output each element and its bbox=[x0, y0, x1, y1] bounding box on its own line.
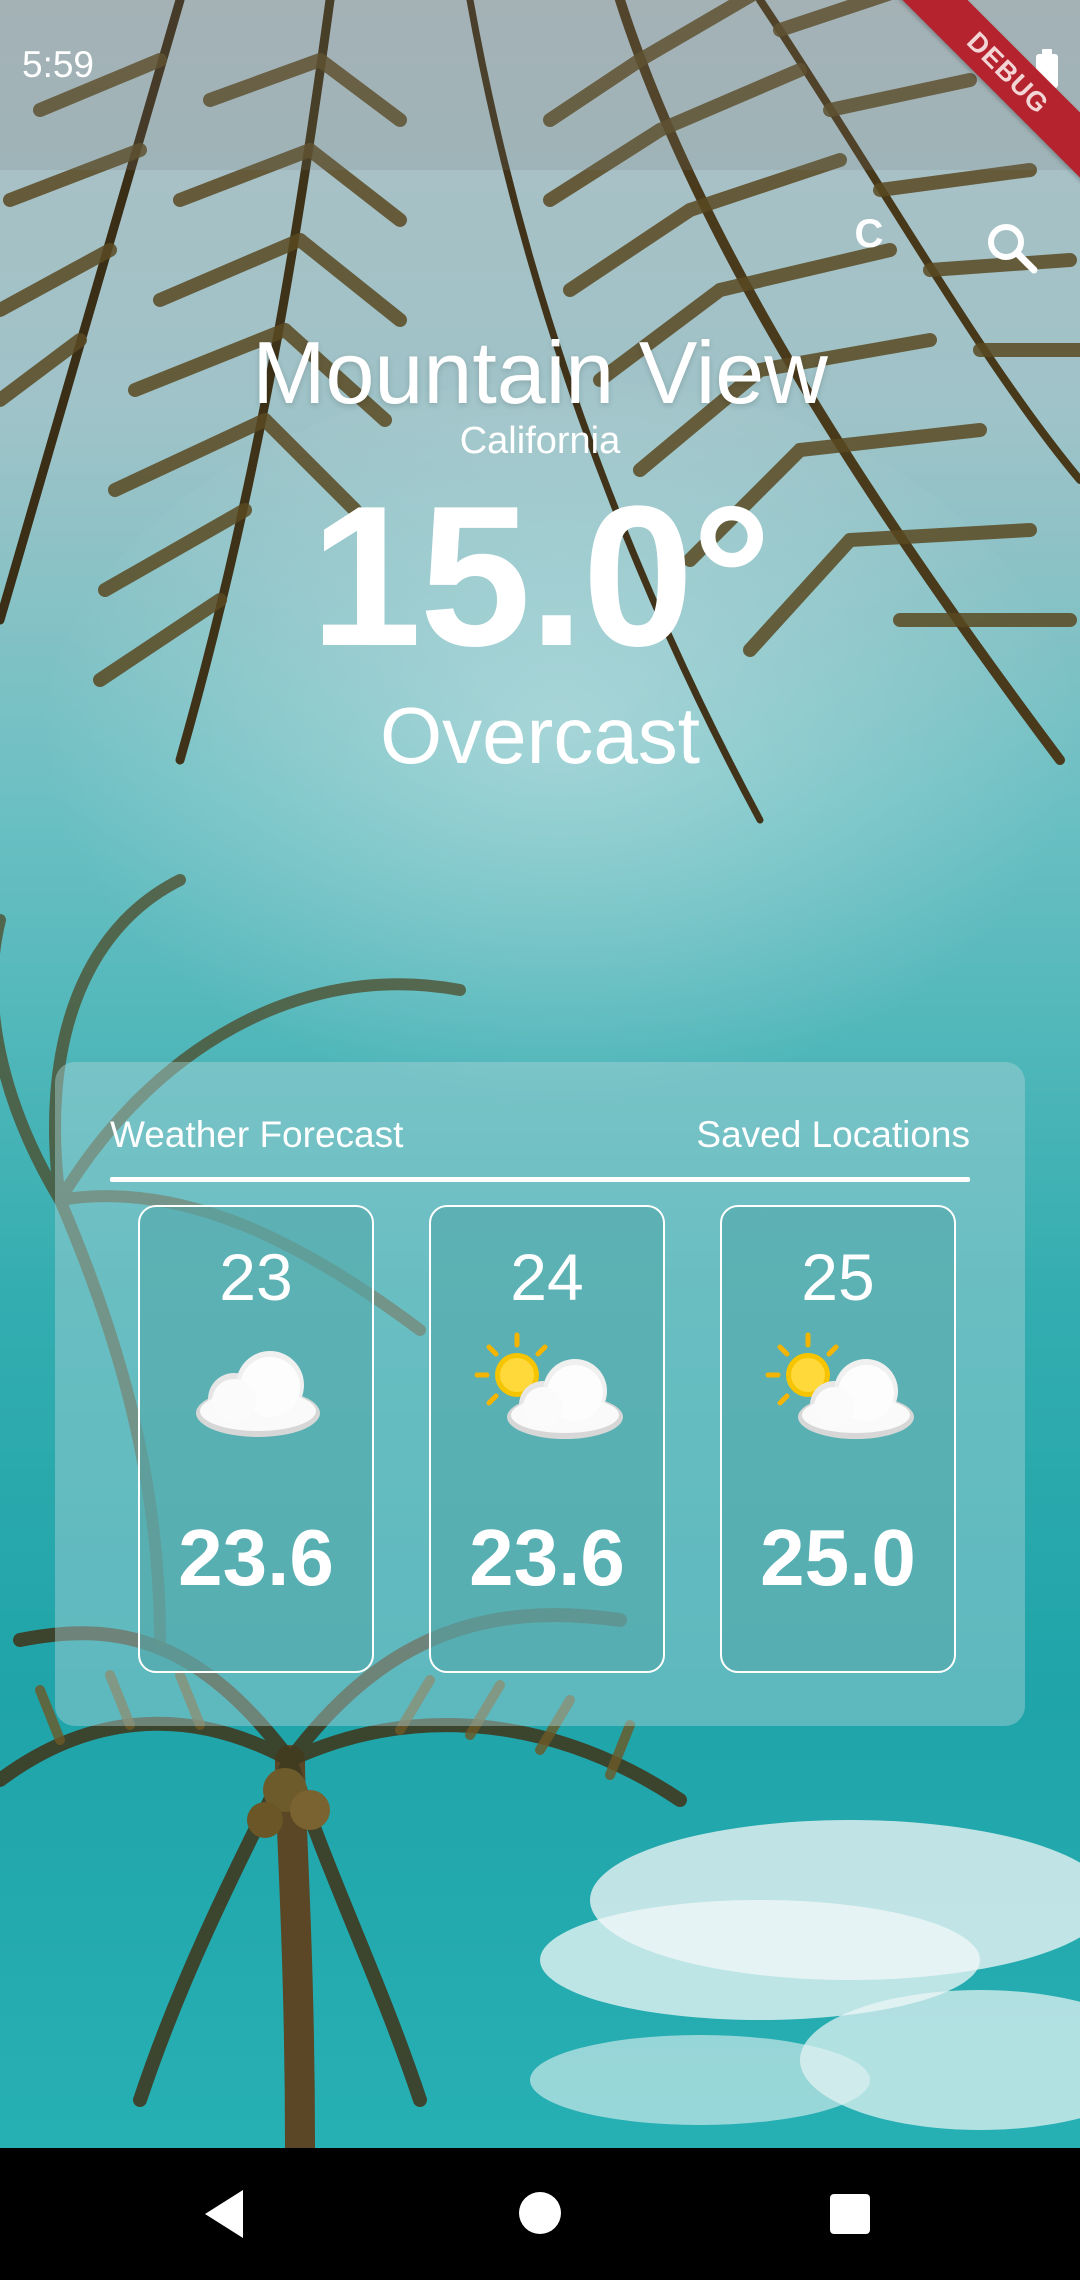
status-bar: 5:59 bbox=[0, 0, 1080, 140]
forecast-temperature: 25.0 bbox=[760, 1513, 916, 1602]
forecast-cards: 23 23.6 24 23.6 25 25.0 bbox=[138, 1205, 958, 1673]
tab-saved-locations[interactable]: Saved Locations bbox=[696, 1114, 970, 1156]
navigation-bar bbox=[0, 2148, 1080, 2280]
search-icon bbox=[988, 224, 1038, 274]
forecast-temperature: 23.6 bbox=[469, 1513, 625, 1602]
current-condition: Overcast bbox=[379, 691, 701, 780]
recents-icon[interactable] bbox=[830, 2194, 870, 2234]
tab-indicator bbox=[110, 1177, 970, 1182]
status-time: 5:59 bbox=[22, 44, 95, 85]
search-button[interactable] bbox=[982, 218, 1042, 278]
forecast-day: 24 bbox=[510, 1240, 584, 1314]
forecast-card[interactable]: 24 23.6 bbox=[429, 1205, 665, 1673]
forecast-card[interactable]: 23 23.6 bbox=[138, 1205, 374, 1673]
current-temperature: 15.0° bbox=[310, 465, 771, 688]
unit-toggle-button[interactable]: C bbox=[850, 212, 888, 260]
forecast-day: 25 bbox=[801, 1240, 875, 1314]
forecast-day: 23 bbox=[219, 1240, 293, 1314]
partly-cloudy-icon bbox=[474, 1332, 623, 1439]
partly-cloudy-icon bbox=[765, 1332, 914, 1439]
back-icon[interactable] bbox=[205, 2190, 243, 2238]
forecast-card[interactable]: 25 25.0 bbox=[720, 1205, 956, 1673]
forecast-temperature: 23.6 bbox=[178, 1513, 334, 1602]
forecast-panel: Weather Forecast Saved Locations 23 23.6… bbox=[55, 1062, 1025, 1726]
cloud-icon bbox=[196, 1351, 320, 1437]
home-icon[interactable] bbox=[519, 2192, 561, 2234]
city-name: Mountain View bbox=[252, 323, 828, 422]
region-name: California bbox=[459, 420, 621, 462]
tab-weather-forecast[interactable]: Weather Forecast bbox=[110, 1114, 403, 1156]
